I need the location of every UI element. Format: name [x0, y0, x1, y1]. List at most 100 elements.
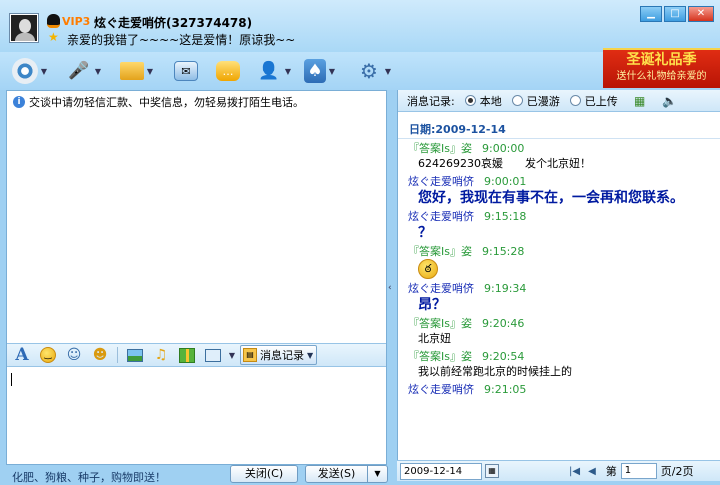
- gear-icon: ⚙: [360, 59, 378, 83]
- page-prefix: 第: [605, 465, 617, 478]
- chevron-down-icon[interactable]: ▼: [384, 67, 392, 76]
- page-number-input[interactable]: 1: [620, 463, 657, 479]
- chat-icon: …: [216, 61, 240, 81]
- window-controls: ▁ □ ✕: [640, 6, 714, 22]
- maximize-button[interactable]: □: [664, 6, 686, 22]
- send-options-chevron-icon[interactable]: ▼: [368, 465, 388, 483]
- radio-local[interactable]: [464, 95, 476, 106]
- message-time: 9:19:34: [484, 282, 527, 295]
- radio-uploaded-label[interactable]: 已上传: [585, 93, 618, 109]
- notice-area: i 交谈中请勿轻信汇款、中奖信息，勿轻易拨打陌生电话。: [7, 91, 386, 343]
- message-header: 炫ぐ走爱哨侪 9:19:34: [408, 281, 720, 296]
- envelope-icon: ✉: [174, 61, 198, 81]
- contact-info-button[interactable]: 👤 ▼: [256, 56, 292, 86]
- chevron-down-icon[interactable]: ▼: [40, 67, 48, 76]
- first-page-icon[interactable]: |◀: [569, 466, 580, 477]
- message-header: 炫ぐ走爱哨侪 9:00:01: [408, 174, 720, 189]
- chevron-down-icon: ▼: [307, 350, 314, 360]
- screenshot-icon[interactable]: [202, 345, 224, 365]
- font-icon[interactable]: A: [11, 345, 33, 365]
- voice-call-button[interactable]: 🎤 ▼: [66, 56, 102, 86]
- text-caret: [11, 373, 12, 386]
- message-text: 北京妞: [418, 332, 451, 345]
- history-date-input[interactable]: 2009-12-14: [400, 462, 482, 480]
- conversation-panel: i 交谈中请勿轻信汇款、中奖信息，勿轻易拨打陌生电话。 A ‿ ☺ ☻ ♫ ▼ …: [6, 90, 387, 465]
- message-time: 9:20:46: [481, 317, 525, 330]
- message-input[interactable]: [7, 368, 386, 464]
- message-card-button[interactable]: ✉: [174, 56, 198, 86]
- history-date-heading: 日期:2009-12-14: [398, 113, 720, 139]
- promo-banner[interactable]: 圣诞礼品季 送什么礼物给亲爱的: [603, 48, 720, 88]
- games-button[interactable]: ♠ ▼: [304, 56, 336, 86]
- chevron-down-icon[interactable]: ▼: [228, 351, 236, 360]
- message-sender: 炫ぐ走爱哨侪: [408, 210, 474, 223]
- cards-icon: ♠: [304, 59, 326, 83]
- message-time: 9:20:54: [481, 350, 525, 363]
- image-icon[interactable]: [124, 345, 146, 365]
- page-navigation: |◀ ◀: [569, 466, 596, 477]
- history-manager-icon[interactable]: ▦: [632, 93, 648, 109]
- magic-emoticon-icon[interactable]: ☻: [89, 345, 111, 365]
- radio-uploaded[interactable]: [569, 95, 581, 106]
- message-text: 您好，我现在有事不在，一会再和您联系。: [418, 190, 684, 206]
- avatar[interactable]: [10, 14, 38, 42]
- message-time: 9:00:01: [484, 175, 527, 188]
- promo-subtitle: 送什么礼物给亲爱的: [616, 71, 707, 82]
- message-emoticon: ఠ: [408, 259, 720, 279]
- message-sender: 『答案Is』姿: [408, 142, 472, 155]
- message-history-button[interactable]: ▤ 消息记录 ▼: [240, 345, 318, 365]
- input-toolbar: A ‿ ☺ ☻ ♫ ▼ ▤ 消息记录 ▼: [7, 343, 386, 367]
- message-sender: 『答案Is』姿: [408, 245, 472, 258]
- video-call-button[interactable]: ▼: [12, 56, 48, 86]
- emoticon-icon[interactable]: ‿: [37, 345, 59, 365]
- message-sender: 炫ぐ走爱哨侪: [408, 282, 474, 295]
- gift-music-icon[interactable]: ♫: [150, 345, 172, 365]
- minimize-button[interactable]: ▁: [640, 6, 662, 22]
- vip-badge: VIP3: [62, 15, 91, 28]
- close-window-button[interactable]: ✕: [688, 6, 714, 22]
- contact-signature: 亲爱的我错了~~~~这是爱情！原谅我~~: [67, 33, 296, 47]
- radio-local-label[interactable]: 本地: [480, 93, 502, 109]
- message-header: 『答案Is』姿 9:20:54: [408, 349, 720, 364]
- message-text: ？: [418, 225, 432, 241]
- app-settings-button[interactable]: ⚙ ▼: [356, 56, 392, 86]
- chevron-down-icon[interactable]: ▼: [146, 67, 154, 76]
- message-sender: 『答案Is』姿: [408, 317, 472, 330]
- message-header: 『答案Is』姿 9:15:28: [408, 244, 720, 259]
- chevron-down-icon[interactable]: ▼: [328, 67, 336, 76]
- message-header: 『答案Is』姿 9:00:00: [408, 141, 720, 156]
- gift-icon[interactable]: [176, 345, 198, 365]
- message-header: 炫ぐ走爱哨侪 9:15:18: [408, 209, 720, 224]
- contact-nickname: 炫ぐ走爱哨侪(327374478): [94, 16, 253, 30]
- previous-page-icon[interactable]: ◀: [588, 466, 596, 477]
- security-notice: i 交谈中请勿轻信汇款、中奖信息，勿轻易拨打陌生电话。: [13, 94, 380, 110]
- chevron-down-icon[interactable]: ▼: [94, 67, 102, 76]
- message-header: 『答案Is』姿 9:20:46: [408, 316, 720, 331]
- promo-title: 圣诞礼品季: [626, 52, 697, 68]
- message-sender: 炫ぐ走爱哨侪: [408, 175, 474, 188]
- calendar-icon[interactable]: ▦: [485, 464, 499, 478]
- chevron-down-icon[interactable]: ▼: [284, 67, 292, 76]
- radio-roamed-label[interactable]: 已漫游: [527, 93, 560, 109]
- history-panel: 消息记录: 本地 已漫游 已上传 ▦ 🔈 日期:2009-12-14 『答案Is…: [397, 90, 720, 481]
- send-button[interactable]: 发送(S): [305, 465, 368, 483]
- history-icon: ▤: [243, 348, 257, 362]
- animated-emoticon-icon[interactable]: ☺: [63, 345, 85, 365]
- history-label: 消息记录:: [407, 94, 455, 108]
- message-sender: 『答案Is』姿: [408, 350, 472, 363]
- message-time: 9:21:05: [484, 383, 527, 396]
- radio-roamed[interactable]: [511, 95, 523, 106]
- promo-tip-link[interactable]: 化肥、狗粮、种子，购物即送！: [12, 469, 166, 485]
- webcam-icon: [12, 58, 38, 84]
- speaker-icon[interactable]: 🔈: [662, 93, 678, 109]
- send-file-button[interactable]: ▼: [120, 56, 154, 86]
- message-text: 我以前经常跑北京的时候挂上的: [418, 365, 572, 378]
- chat-bubble-button[interactable]: …: [216, 56, 240, 86]
- message-header: 炫ぐ走爱哨侪 9:21:05: [408, 382, 720, 397]
- history-message-list: 『答案Is』姿 9:00:00 624269230哀媛 发个北京妞！ 炫ぐ走爱哨侪…: [398, 140, 720, 450]
- message-text: 昂？: [418, 297, 446, 313]
- qq-penguin-icon: [47, 14, 60, 28]
- message-time: 9:00:00: [481, 142, 525, 155]
- collapse-panel-icon[interactable]: ‹: [388, 280, 396, 296]
- close-button[interactable]: 关闭(C): [230, 465, 298, 483]
